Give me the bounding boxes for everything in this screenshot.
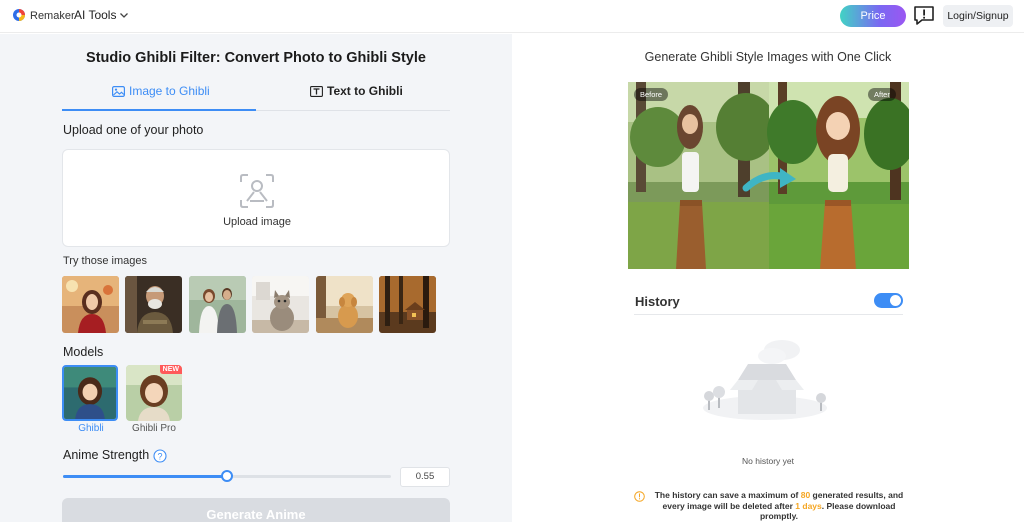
- upload-dropzone[interactable]: Upload image: [62, 149, 450, 247]
- toggle-knob: [890, 295, 901, 306]
- tab-image-to-ghibli[interactable]: Image to Ghibli: [112, 84, 210, 106]
- notice-max: 80: [800, 490, 811, 500]
- left-panel: Studio Ghibli Filter: Convert Photo to G…: [0, 34, 512, 522]
- svg-text:?: ?: [157, 451, 162, 461]
- history-notice: The history can save a maximum of 80 gen…: [648, 490, 910, 522]
- sample-image-old-man[interactable]: [125, 276, 182, 333]
- chevron-down-icon[interactable]: [119, 10, 129, 20]
- before-badge: Before: [634, 88, 669, 101]
- model-ghibli-pro-label: Ghibli Pro: [132, 423, 176, 434]
- tab-text-to-ghibli-label: Text to Ghibli: [327, 84, 403, 98]
- warning-icon: [634, 491, 645, 502]
- notice-part1: The history can save a maximum of: [654, 490, 801, 500]
- page-title: Studio Ghibli Filter: Convert Photo to G…: [86, 50, 426, 66]
- notice-days: 1 days: [795, 500, 822, 511]
- generate-anime-button[interactable]: Generate Anime: [62, 498, 450, 522]
- tab-image-to-ghibli-label: Image to Ghibli: [129, 84, 210, 98]
- after-badge: After: [868, 88, 896, 101]
- model-ghibli-pro-card[interactable]: NEW: [126, 365, 182, 421]
- upload-image-icon: [240, 174, 274, 208]
- tab-divider: [256, 110, 450, 111]
- sample-image-forest-cabin[interactable]: [379, 276, 436, 333]
- feedback-icon[interactable]: [913, 5, 935, 26]
- sample-image-couple[interactable]: [189, 276, 246, 333]
- before-after-preview: [628, 82, 909, 269]
- model-ghibli-card[interactable]: [62, 365, 118, 421]
- remaker-logo-icon[interactable]: [12, 8, 26, 22]
- price-button[interactable]: Price: [840, 5, 906, 27]
- image-icon: [112, 86, 125, 97]
- sample-image-dog[interactable]: [316, 276, 373, 333]
- empty-box-icon: [703, 340, 827, 420]
- slider-fill: [63, 475, 227, 478]
- help-icon[interactable]: ?: [153, 449, 167, 463]
- no-history-text: No history yet: [742, 456, 794, 466]
- try-images-label: Try those images: [63, 255, 147, 267]
- history-toggle[interactable]: [874, 293, 903, 308]
- anime-strength-label: Anime Strength: [63, 448, 150, 462]
- tab-text-to-ghibli[interactable]: Text to Ghibli: [310, 84, 403, 106]
- new-badge: NEW: [159, 365, 182, 374]
- sample-image-woman[interactable]: [62, 276, 119, 333]
- right-title: Generate Ghibli Style Images with One Cl…: [644, 50, 892, 64]
- login-signup-button[interactable]: Login/Signup: [943, 5, 1013, 27]
- anime-strength-value[interactable]: 0.55: [400, 467, 450, 487]
- ai-tools-menu[interactable]: AI Tools: [74, 8, 116, 22]
- upload-image-text: Upload image: [223, 216, 291, 228]
- anime-strength-slider[interactable]: [63, 470, 391, 482]
- upload-label: Upload one of your photo: [63, 123, 204, 137]
- history-divider: [634, 314, 903, 315]
- history-title: History: [635, 294, 680, 309]
- sample-image-cat[interactable]: [252, 276, 309, 333]
- active-tab-indicator: [62, 109, 256, 111]
- slider-thumb[interactable]: [221, 470, 233, 482]
- models-label: Models: [63, 345, 104, 359]
- top-bar: Remaker AI Tools Price Login/Signup: [0, 0, 1024, 33]
- text-icon: [310, 86, 323, 97]
- brand-name[interactable]: Remaker: [30, 10, 75, 22]
- model-ghibli-label: Ghibli: [78, 423, 104, 434]
